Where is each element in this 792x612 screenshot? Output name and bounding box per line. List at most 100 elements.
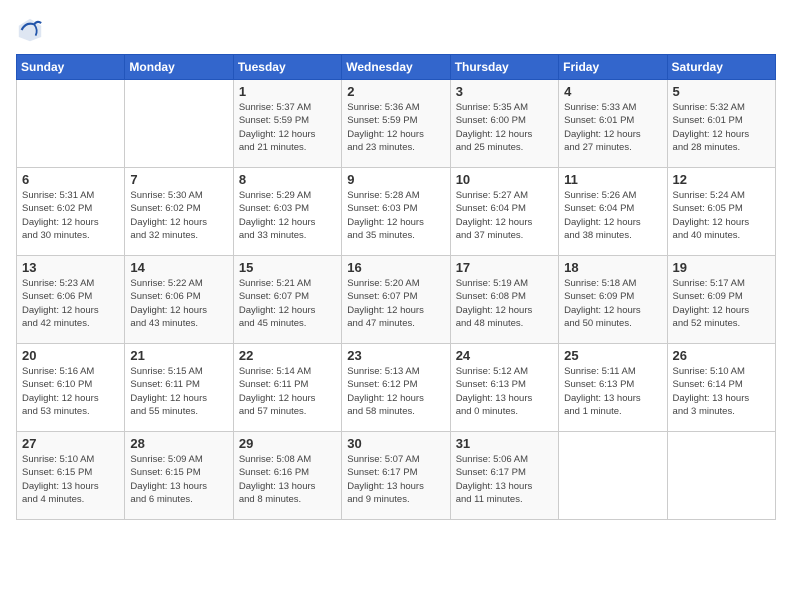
day-info: Sunrise: 5:37 AM Sunset: 5:59 PM Dayligh… [239, 101, 336, 154]
calendar-cell: 12 Sunrise: 5:24 AM Sunset: 6:05 PM Dayli… [667, 168, 775, 256]
day-number: 18 [564, 260, 661, 275]
calendar-cell: 21 Sunrise: 5:15 AM Sunset: 6:11 PM Dayli… [125, 344, 233, 432]
day-info: Sunrise: 5:16 AM Sunset: 6:10 PM Dayligh… [22, 365, 119, 418]
day-info: Sunrise: 5:18 AM Sunset: 6:09 PM Dayligh… [564, 277, 661, 330]
weekday-header: Monday [125, 55, 233, 80]
day-info: Sunrise: 5:09 AM Sunset: 6:15 PM Dayligh… [130, 453, 227, 506]
calendar-cell: 22 Sunrise: 5:14 AM Sunset: 6:11 PM Dayli… [233, 344, 341, 432]
calendar-cell: 25Sunrise: 5:11 AM Sunset: 6:13 PM Dayli… [559, 344, 667, 432]
day-number: 22 [239, 348, 336, 363]
day-number: 10 [456, 172, 553, 187]
day-info: Sunrise: 5:19 AM Sunset: 6:08 PM Dayligh… [456, 277, 553, 330]
calendar-header: SundayMondayTuesdayWednesdayThursdayFrid… [17, 55, 776, 80]
day-number: 7 [130, 172, 227, 187]
calendar-cell: 30 Sunrise: 5:07 AM Sunset: 6:17 PM Dayli… [342, 432, 450, 520]
day-info: Sunrise: 5:11 AM Sunset: 6:13 PM Dayligh… [564, 365, 661, 418]
calendar-table: SundayMondayTuesdayWednesdayThursdayFrid… [16, 54, 776, 520]
weekday-header: Tuesday [233, 55, 341, 80]
day-info: Sunrise: 5:13 AM Sunset: 6:12 PM Dayligh… [347, 365, 444, 418]
weekday-header: Friday [559, 55, 667, 80]
day-number: 30 [347, 436, 444, 451]
calendar-week-row: 20 Sunrise: 5:16 AM Sunset: 6:10 PM Dayli… [17, 344, 776, 432]
day-number: 26 [673, 348, 770, 363]
calendar-cell: 15 Sunrise: 5:21 AM Sunset: 6:07 PM Dayli… [233, 256, 341, 344]
calendar-cell: 26 Sunrise: 5:10 AM Sunset: 6:14 PM Dayli… [667, 344, 775, 432]
day-number: 15 [239, 260, 336, 275]
weekday-header: Thursday [450, 55, 558, 80]
day-info: Sunrise: 5:23 AM Sunset: 6:06 PM Dayligh… [22, 277, 119, 330]
day-info: Sunrise: 5:35 AM Sunset: 6:00 PM Dayligh… [456, 101, 553, 154]
day-info: Sunrise: 5:27 AM Sunset: 6:04 PM Dayligh… [456, 189, 553, 242]
logo-icon [16, 16, 44, 44]
calendar-cell: 31Sunrise: 5:06 AM Sunset: 6:17 PM Dayli… [450, 432, 558, 520]
day-info: Sunrise: 5:21 AM Sunset: 6:07 PM Dayligh… [239, 277, 336, 330]
calendar-cell [559, 432, 667, 520]
calendar-cell: 27 Sunrise: 5:10 AM Sunset: 6:15 PM Dayli… [17, 432, 125, 520]
calendar-cell: 3 Sunrise: 5:35 AM Sunset: 6:00 PM Daylig… [450, 80, 558, 168]
calendar-week-row: 27 Sunrise: 5:10 AM Sunset: 6:15 PM Dayli… [17, 432, 776, 520]
day-number: 2 [347, 84, 444, 99]
day-number: 16 [347, 260, 444, 275]
calendar-cell: 13 Sunrise: 5:23 AM Sunset: 6:06 PM Dayli… [17, 256, 125, 344]
calendar-cell: 9 Sunrise: 5:28 AM Sunset: 6:03 PM Daylig… [342, 168, 450, 256]
calendar-cell: 11Sunrise: 5:26 AM Sunset: 6:04 PM Dayli… [559, 168, 667, 256]
calendar-cell: 28 Sunrise: 5:09 AM Sunset: 6:15 PM Dayli… [125, 432, 233, 520]
day-info: Sunrise: 5:15 AM Sunset: 6:11 PM Dayligh… [130, 365, 227, 418]
day-number: 29 [239, 436, 336, 451]
day-number: 20 [22, 348, 119, 363]
logo [16, 16, 48, 44]
day-info: Sunrise: 5:14 AM Sunset: 6:11 PM Dayligh… [239, 365, 336, 418]
day-info: Sunrise: 5:33 AM Sunset: 6:01 PM Dayligh… [564, 101, 661, 154]
day-info: Sunrise: 5:36 AM Sunset: 5:59 PM Dayligh… [347, 101, 444, 154]
day-number: 4 [564, 84, 661, 99]
calendar-week-row: 13 Sunrise: 5:23 AM Sunset: 6:06 PM Dayli… [17, 256, 776, 344]
day-number: 6 [22, 172, 119, 187]
calendar-cell: 20 Sunrise: 5:16 AM Sunset: 6:10 PM Dayli… [17, 344, 125, 432]
calendar-cell [667, 432, 775, 520]
calendar-cell: 16 Sunrise: 5:20 AM Sunset: 6:07 PM Dayli… [342, 256, 450, 344]
day-number: 14 [130, 260, 227, 275]
day-info: Sunrise: 5:20 AM Sunset: 6:07 PM Dayligh… [347, 277, 444, 330]
day-number: 28 [130, 436, 227, 451]
day-number: 5 [673, 84, 770, 99]
weekday-header: Sunday [17, 55, 125, 80]
day-number: 9 [347, 172, 444, 187]
day-number: 23 [347, 348, 444, 363]
calendar-cell [17, 80, 125, 168]
day-info: Sunrise: 5:29 AM Sunset: 6:03 PM Dayligh… [239, 189, 336, 242]
calendar-cell: 1 Sunrise: 5:37 AM Sunset: 5:59 PM Daylig… [233, 80, 341, 168]
day-info: Sunrise: 5:28 AM Sunset: 6:03 PM Dayligh… [347, 189, 444, 242]
day-number: 21 [130, 348, 227, 363]
day-number: 12 [673, 172, 770, 187]
day-info: Sunrise: 5:26 AM Sunset: 6:04 PM Dayligh… [564, 189, 661, 242]
calendar-cell: 29 Sunrise: 5:08 AM Sunset: 6:16 PM Dayli… [233, 432, 341, 520]
day-info: Sunrise: 5:12 AM Sunset: 6:13 PM Dayligh… [456, 365, 553, 418]
day-number: 3 [456, 84, 553, 99]
weekday-header: Wednesday [342, 55, 450, 80]
page-header [16, 16, 776, 44]
day-info: Sunrise: 5:10 AM Sunset: 6:14 PM Dayligh… [673, 365, 770, 418]
calendar-cell: 23 Sunrise: 5:13 AM Sunset: 6:12 PM Dayli… [342, 344, 450, 432]
day-number: 8 [239, 172, 336, 187]
day-number: 31 [456, 436, 553, 451]
day-number: 1 [239, 84, 336, 99]
calendar-cell: 24Sunrise: 5:12 AM Sunset: 6:13 PM Dayli… [450, 344, 558, 432]
day-number: 27 [22, 436, 119, 451]
day-info: Sunrise: 5:08 AM Sunset: 6:16 PM Dayligh… [239, 453, 336, 506]
calendar-cell: 7 Sunrise: 5:30 AM Sunset: 6:02 PM Daylig… [125, 168, 233, 256]
day-info: Sunrise: 5:31 AM Sunset: 6:02 PM Dayligh… [22, 189, 119, 242]
day-number: 17 [456, 260, 553, 275]
day-info: Sunrise: 5:10 AM Sunset: 6:15 PM Dayligh… [22, 453, 119, 506]
day-info: Sunrise: 5:24 AM Sunset: 6:05 PM Dayligh… [673, 189, 770, 242]
day-info: Sunrise: 5:22 AM Sunset: 6:06 PM Dayligh… [130, 277, 227, 330]
day-info: Sunrise: 5:32 AM Sunset: 6:01 PM Dayligh… [673, 101, 770, 154]
weekday-header: Saturday [667, 55, 775, 80]
day-info: Sunrise: 5:07 AM Sunset: 6:17 PM Dayligh… [347, 453, 444, 506]
calendar-week-row: 6 Sunrise: 5:31 AM Sunset: 6:02 PM Daylig… [17, 168, 776, 256]
calendar-cell [125, 80, 233, 168]
day-info: Sunrise: 5:30 AM Sunset: 6:02 PM Dayligh… [130, 189, 227, 242]
day-number: 13 [22, 260, 119, 275]
calendar-cell: 5 Sunrise: 5:32 AM Sunset: 6:01 PM Daylig… [667, 80, 775, 168]
calendar-cell: 17 Sunrise: 5:19 AM Sunset: 6:08 PM Dayli… [450, 256, 558, 344]
calendar-week-row: 1 Sunrise: 5:37 AM Sunset: 5:59 PM Daylig… [17, 80, 776, 168]
